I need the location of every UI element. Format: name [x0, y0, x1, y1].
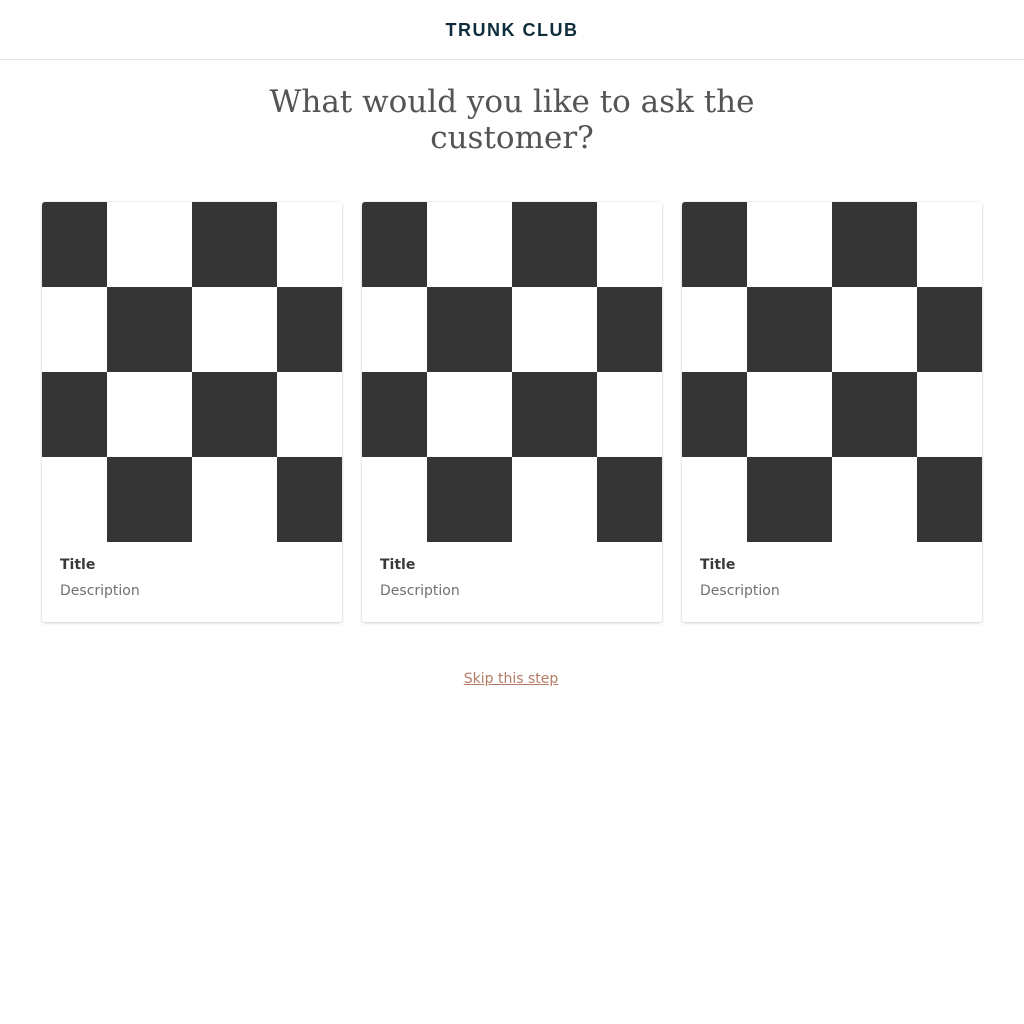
skip-step-link[interactable]: Skip this step [0, 671, 1023, 687]
trunk-club-logo[interactable]: TRUNK CLUB [446, 20, 579, 41]
card-image-placeholder [42, 202, 342, 542]
page-question: What would you like to ask the customer? [269, 84, 755, 156]
site-header: TRUNK CLUB [0, 0, 1024, 60]
card-description: Description [380, 583, 460, 599]
card-image-placeholder [362, 202, 662, 542]
card-title: Title [60, 557, 96, 573]
card-title: Title [700, 557, 736, 573]
card-description: Description [60, 583, 140, 599]
card-image-placeholder [682, 202, 982, 542]
card-description: Description [700, 583, 780, 599]
card-title: Title [380, 557, 416, 573]
